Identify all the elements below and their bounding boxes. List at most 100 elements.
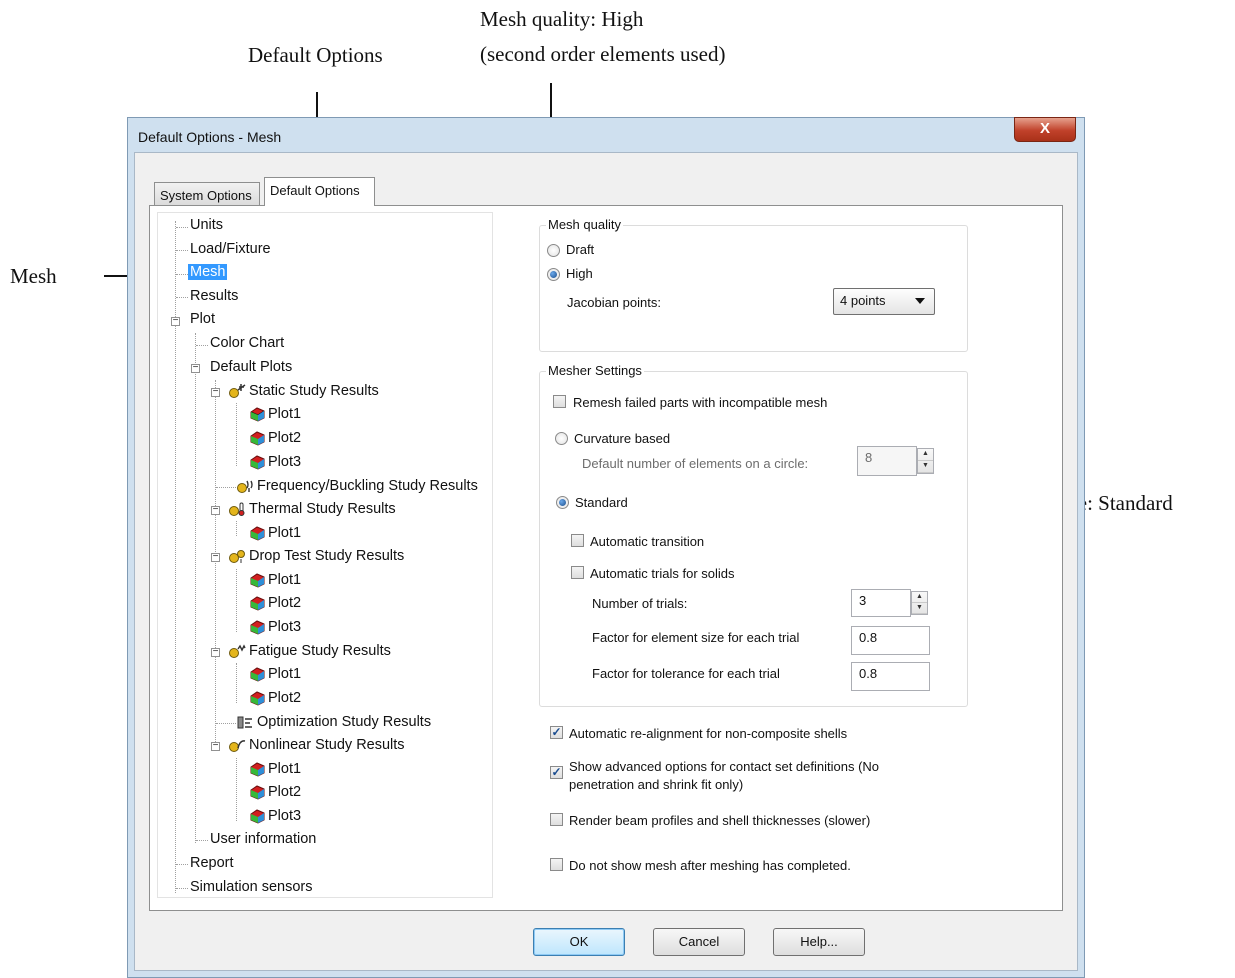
frequency-study-icon — [236, 479, 254, 494]
tree-item-plot2[interactable]: Plot2 — [249, 690, 301, 706]
tree-item-simulation-sensors[interactable]: Simulation sensors — [190, 879, 313, 895]
tree-item-label: Results — [190, 288, 239, 304]
tree-item-label: Plot3 — [268, 454, 302, 470]
tree-line — [236, 521, 237, 536]
tree-item-label: Plot1 — [268, 572, 302, 588]
standard-label: Standard — [575, 495, 628, 510]
default-elements-label: Default number of elements on a circle: — [582, 456, 809, 471]
tree-line — [176, 297, 188, 298]
collapse-toggle-nonlinear[interactable]: − — [211, 741, 220, 751]
tree-item-static-study[interactable]: Static Study Results — [228, 383, 379, 399]
tree-item-plot3[interactable]: Plot3 — [249, 808, 301, 824]
optimization-study-icon — [236, 715, 254, 730]
tree-line — [176, 888, 188, 889]
automatic-transition-checkbox[interactable] — [571, 534, 584, 547]
tree-item-plot1[interactable]: Plot1 — [249, 525, 301, 541]
tree-item-plot2[interactable]: Plot2 — [249, 430, 301, 446]
collapse-toggle-static[interactable]: − — [211, 387, 220, 397]
tree-item-units[interactable]: Units — [190, 217, 223, 233]
tree-item-color-chart[interactable]: Color Chart — [210, 335, 284, 351]
number-of-trials-field[interactable]: 3 — [851, 589, 911, 617]
tree-item-optimization-study[interactable]: Optimization Study Results — [236, 714, 431, 730]
high-label: High — [566, 266, 593, 281]
collapse-toggle-fatigue[interactable]: − — [211, 647, 220, 657]
spin-up-icon: ▲ — [912, 592, 927, 603]
collapse-toggle-thermal[interactable]: − — [211, 505, 220, 515]
default-elements-field[interactable]: 8 — [857, 446, 917, 476]
draft-radio[interactable] — [547, 244, 560, 257]
tree-item-fatigue-study[interactable]: Fatigue Study Results — [228, 643, 391, 659]
tree-item-label: Static Study Results — [249, 383, 379, 399]
close-button[interactable]: X — [1014, 117, 1076, 142]
render-beam-checkbox[interactable] — [550, 813, 563, 826]
tree-item-mesh[interactable]: Mesh — [188, 264, 228, 280]
tree-item-results[interactable]: Results — [190, 288, 238, 304]
ok-button[interactable]: OK — [533, 928, 625, 956]
tree-item-label: Plot1 — [268, 406, 302, 422]
automatic-trials-checkbox[interactable] — [571, 566, 584, 579]
plot-icon — [249, 690, 265, 706]
tree-line — [236, 403, 237, 466]
default-options-dialog: Default Options - Mesh X System Options … — [127, 117, 1085, 978]
tree-item-label: Plot2 — [268, 595, 302, 611]
default-elements-spinner[interactable]: ▲ ▼ — [917, 448, 934, 474]
plot-icon — [249, 572, 265, 588]
tree-item-report[interactable]: Report — [190, 855, 234, 871]
plot-icon — [249, 619, 265, 635]
tree-item-load-fixture[interactable]: Load/Fixture — [190, 241, 271, 257]
tree-item-plot[interactable]: Plot — [190, 311, 215, 327]
tab-system-options[interactable]: System Options — [154, 182, 260, 205]
remesh-checkbox[interactable] — [553, 395, 566, 408]
drop-test-study-icon — [228, 549, 246, 564]
tree-item-plot1[interactable]: Plot1 — [249, 761, 301, 777]
tree-item-plot3[interactable]: Plot3 — [249, 619, 301, 635]
plot-icon — [249, 761, 265, 777]
tree-item-frequency-study[interactable]: Frequency/Buckling Study Results — [236, 478, 478, 494]
tree-item-label: Plot1 — [268, 525, 302, 541]
tree-item-plot2[interactable]: Plot2 — [249, 595, 301, 611]
tree-item-thermal-study[interactable]: Thermal Study Results — [228, 501, 396, 517]
tree-item-drop-test-study[interactable]: Drop Test Study Results — [228, 548, 404, 564]
plot-icon — [249, 454, 265, 470]
tree-item-label: Default Plots — [210, 359, 293, 375]
tree-item-user-information[interactable]: User information — [210, 831, 316, 847]
callout-default-options: Default Options — [248, 43, 383, 67]
tree-line — [196, 840, 208, 841]
tree-item-nonlinear-study[interactable]: Nonlinear Study Results — [228, 737, 405, 753]
curvature-based-radio[interactable] — [555, 432, 568, 445]
render-beam-label: Render beam profiles and shell thickness… — [569, 813, 871, 828]
high-radio[interactable] — [547, 268, 560, 281]
tree-item-plot2[interactable]: Plot2 — [249, 784, 301, 800]
number-of-trials-spinner[interactable]: ▲ ▼ — [911, 591, 928, 615]
tree-item-plot1[interactable]: Plot1 — [249, 572, 301, 588]
collapse-toggle-drop-test[interactable]: − — [211, 552, 220, 562]
collapse-toggle-plot[interactable]: − — [171, 316, 180, 326]
tree-item-plot1[interactable]: Plot1 — [249, 406, 301, 422]
tree-item-label: Plot1 — [268, 666, 302, 682]
do-not-show-mesh-label: Do not show mesh after meshing has compl… — [569, 858, 851, 873]
do-not-show-mesh-checkbox[interactable] — [550, 858, 563, 871]
tree-line — [196, 345, 208, 346]
tab-default-options[interactable]: Default Options — [264, 177, 375, 206]
tree-item-plot1[interactable]: Plot1 — [249, 666, 301, 682]
tree-item-plot3[interactable]: Plot3 — [249, 454, 301, 470]
standard-radio[interactable] — [556, 496, 569, 509]
draft-label: Draft — [566, 242, 595, 257]
factor-tolerance-field[interactable]: 0.8 — [851, 662, 930, 691]
tree-item-label: Drop Test Study Results — [249, 548, 405, 564]
collapse-toggle-default-plots[interactable]: − — [191, 363, 200, 373]
tree-item-label: Plot1 — [268, 761, 302, 777]
realignment-checkbox[interactable]: ✓ — [550, 726, 563, 739]
thermal-study-icon — [228, 502, 246, 517]
options-tree: − − − − − − − Units Load/Fixture Mesh Re… — [157, 212, 493, 898]
spin-down-icon: ▼ — [912, 603, 927, 614]
jacobian-points-dropdown[interactable]: 4 points — [833, 288, 935, 315]
advanced-contact-checkbox[interactable]: ✓ — [550, 766, 563, 779]
help-button[interactable]: Help... — [773, 928, 865, 956]
plot-icon — [249, 784, 265, 800]
tree-line — [216, 487, 236, 488]
cancel-button[interactable]: Cancel — [653, 928, 745, 956]
tree-item-default-plots[interactable]: Default Plots — [210, 359, 292, 375]
factor-size-field[interactable]: 0.8 — [851, 626, 930, 655]
automatic-transition-label: Automatic transition — [590, 534, 705, 549]
